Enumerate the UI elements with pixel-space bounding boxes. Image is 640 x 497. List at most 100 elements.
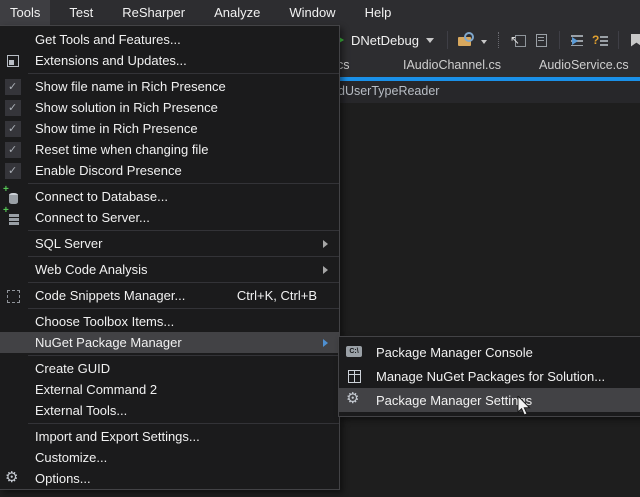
menu-bar: Tools Test ReSharper Analyze Window Help	[0, 0, 640, 25]
nuget-submenu-item-manage-nuget-packages-for-solution[interactable]: Manage NuGet Packages for Solution...	[339, 364, 640, 388]
gear-icon	[5, 471, 21, 487]
gear-icon	[346, 392, 362, 408]
empty-icon-slot	[5, 361, 21, 377]
tools-menu-item-get-tools-and-features[interactable]: Get Tools and Features...	[0, 29, 339, 50]
menubar-item-help[interactable]: Help	[355, 0, 402, 25]
tools-menu: Get Tools and Features... Extensions and …	[0, 25, 340, 490]
empty-icon-slot	[5, 335, 21, 351]
menu-item-label: Show time in Rich Presence	[35, 121, 333, 136]
tools-menu-item-import-and-export-settings[interactable]: Import and Export Settings...	[0, 426, 339, 447]
menu-item-label: Customize...	[35, 450, 333, 465]
menu-item-label: Web Code Analysis	[35, 262, 323, 277]
menu-item-label: Get Tools and Features...	[35, 32, 333, 47]
debug-target-selector[interactable]: DNetDebug	[351, 33, 419, 48]
tools-menu-item-external-tools[interactable]: External Tools...	[0, 400, 339, 421]
toolbar-separator	[559, 31, 560, 49]
menu-item-label: Package Manager Console	[376, 345, 637, 360]
empty-icon-slot	[5, 450, 21, 466]
empty-icon-slot	[5, 382, 21, 398]
tools-menu-item-nuget-package-manager[interactable]: NuGet Package Manager	[0, 332, 339, 353]
empty-icon-slot	[5, 32, 21, 48]
tools-menu-separator	[28, 256, 339, 257]
db-add-icon	[5, 189, 21, 205]
tools-menu-separator	[28, 308, 339, 309]
toolbar-separator	[618, 31, 619, 49]
tools-menu-separator	[28, 355, 339, 356]
mouse-cursor	[517, 396, 533, 418]
tab-audioservice-cs[interactable]: AudioService.cs	[539, 55, 629, 77]
menu-item-label: External Tools...	[35, 403, 333, 418]
menubar-item-test[interactable]: Test	[59, 0, 103, 25]
menubar-item-analyze[interactable]: Analyze	[204, 0, 270, 25]
format-indent-icon[interactable]	[569, 32, 586, 49]
clone-code-icon[interactable]	[533, 32, 550, 49]
menu-item-label: Show solution in Rich Presence	[35, 100, 333, 115]
tools-menu-item-customize[interactable]: Customize...	[0, 447, 339, 468]
comment-help-icon[interactable]	[592, 32, 609, 49]
menu-item-label: Manage NuGet Packages for Solution...	[376, 369, 637, 384]
menu-item-label: Import and Export Settings...	[35, 429, 333, 444]
menu-item-label: SQL Server	[35, 236, 323, 251]
breadcrumb[interactable]: dUserTypeReader	[338, 81, 439, 103]
shortcut-label: Ctrl+K, Ctrl+B	[237, 288, 317, 303]
tools-menu-item-external-command-2[interactable]: External Command 2	[0, 379, 339, 400]
empty-icon-slot	[5, 403, 21, 419]
menu-item-label: Connect to Database...	[35, 189, 333, 204]
nuget-package-manager-submenu: Package Manager Console Manage NuGet Pack…	[338, 336, 640, 417]
menu-item-label: Code Snippets Manager...	[35, 288, 237, 303]
menu-item-label: Package Manager Settings	[376, 393, 637, 408]
tools-menu-item-create-guid[interactable]: Create GUID	[0, 358, 339, 379]
grip-handle	[498, 32, 502, 48]
empty-icon-slot	[5, 314, 21, 330]
nuget-submenu-item-package-manager-settings[interactable]: Package Manager Settings	[339, 388, 640, 412]
tools-menu-separator	[28, 282, 339, 283]
tools-menu-item-web-code-analysis[interactable]: Web Code Analysis	[0, 259, 339, 280]
dropdown-caret-icon[interactable]	[480, 32, 490, 49]
menu-item-label: Show file name in Rich Presence	[35, 79, 333, 94]
empty-icon-slot	[5, 429, 21, 445]
toolbar-icons	[441, 31, 640, 49]
tools-menu-separator	[28, 73, 339, 74]
menu-item-label: NuGet Package Manager	[35, 335, 323, 350]
tools-menu-separator	[28, 183, 339, 184]
tools-menu-item-connect-to-database[interactable]: Connect to Database...	[0, 186, 339, 207]
tools-menu-item-reset-time-when-changing-file[interactable]: Reset time when changing file	[0, 139, 339, 160]
menu-item-label: Connect to Server...	[35, 210, 333, 225]
tools-menu-item-extensions-and-updates[interactable]: Extensions and Updates...	[0, 50, 339, 71]
empty-icon-slot	[5, 262, 21, 278]
package-icon	[346, 368, 362, 384]
menubar-item-tools[interactable]: Tools	[0, 0, 50, 25]
menubar-item-window[interactable]: Window	[279, 0, 345, 25]
tools-menu-item-show-file-name-in-rich-presence[interactable]: Show file name in Rich Presence	[0, 76, 339, 97]
navigate-to-icon[interactable]	[510, 32, 527, 49]
toolbar-separator	[447, 31, 448, 49]
tools-menu-separator	[28, 230, 339, 231]
empty-icon-slot	[5, 236, 21, 252]
menu-item-label: Choose Toolbox Items...	[35, 314, 333, 329]
tools-menu-item-sql-server[interactable]: SQL Server	[0, 233, 339, 254]
chevron-down-icon[interactable]	[426, 38, 434, 47]
submenu-arrow-icon	[323, 240, 332, 248]
menu-item-label: External Command 2	[35, 382, 333, 397]
menubar-item-resharper[interactable]: ReSharper	[112, 0, 195, 25]
tools-menu-separator	[28, 423, 339, 424]
check-icon	[5, 100, 21, 116]
tools-menu-item-enable-discord-presence[interactable]: Enable Discord Presence	[0, 160, 339, 181]
tab-iaudiochannel-cs[interactable]: IAudioChannel.cs	[403, 55, 501, 77]
tools-menu-item-connect-to-server[interactable]: Connect to Server...	[0, 207, 339, 228]
nuget-submenu-item-package-manager-console[interactable]: Package Manager Console	[339, 340, 640, 364]
tools-menu-item-show-time-in-rich-presence[interactable]: Show time in Rich Presence	[0, 118, 339, 139]
tools-menu-item-code-snippets-manager[interactable]: Code Snippets Manager...Ctrl+K, Ctrl+B	[0, 285, 339, 306]
console-icon	[346, 344, 362, 360]
check-icon	[5, 142, 21, 158]
tools-menu-item-options[interactable]: Options...	[0, 468, 339, 489]
bookmark-icon[interactable]	[628, 32, 640, 49]
tools-menu-item-choose-toolbox-items[interactable]: Choose Toolbox Items...	[0, 311, 339, 332]
tools-menu-item-show-solution-in-rich-presence[interactable]: Show solution in Rich Presence	[0, 97, 339, 118]
menu-item-label: Enable Discord Presence	[35, 163, 333, 178]
menu-item-label: Create GUID	[35, 361, 333, 376]
check-icon	[5, 121, 21, 137]
find-in-files-icon[interactable]	[457, 32, 474, 49]
check-icon	[5, 163, 21, 179]
server-add-icon	[5, 210, 21, 226]
